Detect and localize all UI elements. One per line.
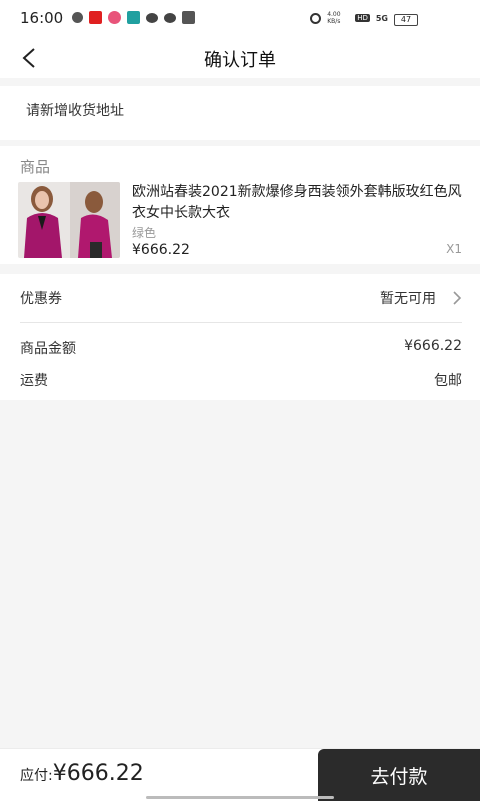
- goods-amount-value: ¥666.22: [404, 338, 462, 354]
- product-quantity: X1: [446, 242, 462, 256]
- divider: [20, 322, 462, 323]
- goods-section: 商品 欧洲站春装2021新款爆修身西装领外套韩版玫红色风衣女中长款大衣 绿色 ¥…: [0, 146, 480, 264]
- goods-amount-label: 商品金额: [20, 341, 76, 357]
- battery-icon: 47: [394, 14, 418, 26]
- net-speed: 4.00 KB/s: [327, 11, 341, 25]
- shipping-value: 包邮: [434, 373, 462, 389]
- status-right-icons: 4.00 KB/s HD 5G: [310, 11, 388, 25]
- app-pink-icon: [108, 11, 121, 24]
- app-k-icon: [182, 11, 195, 24]
- bottom-pay-bar: 应付:¥666.22 去付款: [0, 748, 480, 801]
- fees-section: 优惠券 暂无可用 商品金额 ¥666.22 运费 包邮: [0, 274, 480, 400]
- message-icon: [164, 12, 176, 23]
- home-indicator: [146, 796, 334, 799]
- total-label: 应付:: [20, 768, 53, 784]
- coupon-label: 优惠券: [20, 291, 62, 307]
- total-payable: 应付:¥666.22: [20, 761, 144, 786]
- notification-icons: [72, 11, 195, 24]
- coupon-value: 暂无可用: [380, 291, 436, 307]
- total-value: ¥666.22: [52, 761, 144, 786]
- alarm-icon: [310, 12, 322, 24]
- goods-amount-row: 商品金额 ¥666.22: [20, 336, 462, 360]
- coupon-row[interactable]: 优惠券 暂无可用: [20, 286, 462, 310]
- add-address-prompt: 请新增收货地址: [26, 103, 124, 119]
- product-photo: [18, 182, 120, 258]
- goods-header: 商品: [20, 158, 51, 176]
- product-price: ¥666.22: [132, 242, 190, 258]
- pay-button[interactable]: 去付款: [318, 749, 480, 801]
- product-image[interactable]: [18, 182, 120, 258]
- status-bar: 16:00 4.00 KB/s HD 5G 47: [0, 0, 480, 36]
- shipping-row: 运费 包邮: [20, 368, 462, 392]
- weibo-icon: [146, 12, 158, 23]
- hd-badge: HD: [355, 14, 370, 22]
- page-title: 确认订单: [204, 50, 276, 71]
- app-teal-icon: [127, 11, 140, 24]
- nav-bar: 确认订单: [0, 36, 480, 78]
- signal-label: 5G: [375, 13, 388, 23]
- product-name[interactable]: 欧洲站春装2021新款爆修身西装领外套韩版玫红色风衣女中长款大衣: [132, 182, 462, 224]
- chevron-right-icon: [453, 291, 462, 305]
- status-time: 16:00: [20, 9, 64, 27]
- add-address-row[interactable]: 请新增收货地址: [0, 86, 480, 140]
- app-red-icon: [89, 11, 102, 24]
- product-spec: 绿色: [132, 226, 157, 240]
- shipping-label: 运费: [20, 373, 48, 389]
- qq-icon: [72, 12, 83, 23]
